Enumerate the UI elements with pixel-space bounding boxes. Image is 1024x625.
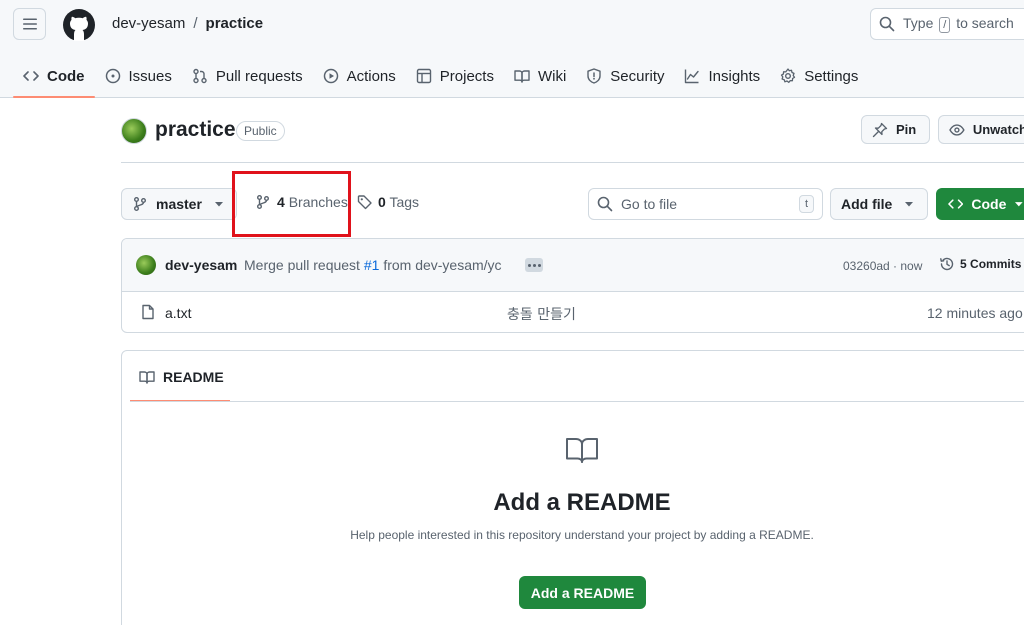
tab-issues[interactable]: Issues xyxy=(95,56,182,96)
commit-author-avatar[interactable] xyxy=(136,255,156,275)
breadcrumb-repo[interactable]: practice xyxy=(206,15,264,32)
menu-button[interactable] xyxy=(13,8,46,40)
tags-label: Tags xyxy=(389,194,420,210)
tab-label: Wiki xyxy=(537,67,567,85)
gear-icon xyxy=(781,68,796,84)
file-name[interactable]: a.txt xyxy=(165,305,191,321)
book-icon xyxy=(139,370,155,384)
repo-header-divider xyxy=(121,162,1024,163)
pull-request-link[interactable]: #1 xyxy=(364,257,380,273)
readme-tab[interactable]: README xyxy=(130,351,230,402)
tab-code[interactable]: Code xyxy=(13,56,95,98)
highlight-annotation-box xyxy=(232,171,351,237)
add-readme-button[interactable]: Add a README xyxy=(519,576,646,609)
tab-settings[interactable]: Settings xyxy=(770,56,868,96)
breadcrumb-owner[interactable]: dev-yesam xyxy=(112,15,185,32)
file-commit-message[interactable]: 충돌 만들기 xyxy=(507,304,576,324)
global-header: dev-yesam / practice Type / to search Co… xyxy=(0,0,1024,98)
issue-icon xyxy=(105,68,120,84)
tab-label: Code xyxy=(47,67,85,85)
latest-commit-row: dev-yesam Merge pull request #1 from dev… xyxy=(122,239,1024,292)
commits-count: 5 xyxy=(960,257,967,271)
add-file-button[interactable]: Add file xyxy=(830,188,928,220)
owner-avatar[interactable] xyxy=(121,118,147,144)
book-icon xyxy=(514,70,530,83)
file-row[interactable]: a.txt 충돌 만들기 12 minutes ago xyxy=(122,292,1024,332)
tab-label: Security xyxy=(610,67,665,85)
code-button[interactable]: Code xyxy=(936,188,1024,220)
breadcrumb: dev-yesam / practice xyxy=(112,15,263,32)
code-icon xyxy=(23,71,39,81)
add-file-label: Add file xyxy=(841,196,893,212)
breadcrumb-separator: / xyxy=(193,15,198,32)
readme-panel: README Add a README Help people interest… xyxy=(121,350,1024,625)
readme-heading: Add a README xyxy=(493,489,671,516)
expand-commit-ellipsis-icon[interactable] xyxy=(525,258,543,272)
tab-label: Actions xyxy=(346,67,396,85)
graph-icon xyxy=(685,69,700,84)
search-placeholder: Type / to search xyxy=(903,15,1014,33)
table-icon xyxy=(416,68,431,84)
tab-label: Projects xyxy=(439,67,494,85)
tab-insights[interactable]: Insights xyxy=(674,56,770,96)
book-icon xyxy=(566,438,598,463)
branch-icon xyxy=(134,197,146,211)
tab-label: Issues xyxy=(128,67,172,85)
repo-title[interactable]: practice xyxy=(155,118,236,142)
commits-label: Commits xyxy=(970,257,1022,271)
tag-icon xyxy=(357,195,372,210)
tab-actions[interactable]: Actions xyxy=(313,56,406,96)
go-to-file-placeholder: Go to file xyxy=(621,196,678,212)
tab-label: Settings xyxy=(804,67,859,85)
tags-link[interactable]: 0 Tags xyxy=(357,194,419,210)
file-listing: dev-yesam Merge pull request #1 from dev… xyxy=(121,238,1024,333)
pin-icon xyxy=(872,122,888,137)
pin-button[interactable]: Pin xyxy=(861,115,930,144)
search-shortcut-key: / xyxy=(939,17,951,33)
tags-text: 0 Tags xyxy=(378,194,419,210)
commit-author[interactable]: dev-yesam xyxy=(165,257,237,273)
caret-down-icon xyxy=(1015,202,1024,207)
pin-label: Pin xyxy=(896,122,917,137)
play-icon xyxy=(323,68,338,84)
code-icon xyxy=(948,199,964,209)
tab-wiki[interactable]: Wiki xyxy=(504,56,576,96)
shield-icon xyxy=(587,68,601,84)
repo-nav: Code Issues Pull requests Actions Projec… xyxy=(13,56,868,98)
readme-tab-label: README xyxy=(163,368,224,385)
file-commit-time: 12 minutes ago xyxy=(927,305,1023,321)
tab-security[interactable]: Security xyxy=(576,56,674,96)
hamburger-icon xyxy=(22,18,37,30)
visibility-badge: Public xyxy=(236,121,285,141)
tab-label: Pull requests xyxy=(215,67,303,85)
code-button-label: Code xyxy=(971,196,1007,212)
branch-select-button[interactable]: master xyxy=(121,188,237,220)
commit-message[interactable]: Merge pull request #1 from dev-yesam/yc xyxy=(244,257,502,273)
github-logo-icon[interactable] xyxy=(62,8,96,42)
unwatch-label: Unwatch xyxy=(972,122,1024,137)
file-icon xyxy=(142,304,154,320)
caret-down-icon xyxy=(905,202,914,207)
readme-divider xyxy=(130,401,1024,402)
tab-pull-requests[interactable]: Pull requests xyxy=(182,56,313,96)
tab-projects[interactable]: Projects xyxy=(406,56,504,96)
commit-hash-time[interactable]: 03260ad · now xyxy=(843,259,922,273)
readme-help-text: Help people interested in this repositor… xyxy=(350,528,814,542)
go-to-file-shortcut: t xyxy=(798,195,814,213)
commits-history-link[interactable]: 5 Commits xyxy=(939,256,1021,272)
history-icon xyxy=(940,257,954,271)
tags-count: 0 xyxy=(378,194,386,210)
pull-request-icon xyxy=(193,68,207,84)
unwatch-button[interactable]: Unwatch xyxy=(938,115,1024,144)
eye-icon xyxy=(949,123,965,136)
branch-name: master xyxy=(156,196,202,212)
caret-down-icon xyxy=(214,202,223,207)
search-input[interactable]: Type / to search xyxy=(870,8,1024,40)
go-to-file-input[interactable]: Go to file t xyxy=(588,188,823,220)
tab-label: Insights xyxy=(708,67,761,85)
search-icon xyxy=(597,196,613,212)
search-icon xyxy=(879,16,895,32)
